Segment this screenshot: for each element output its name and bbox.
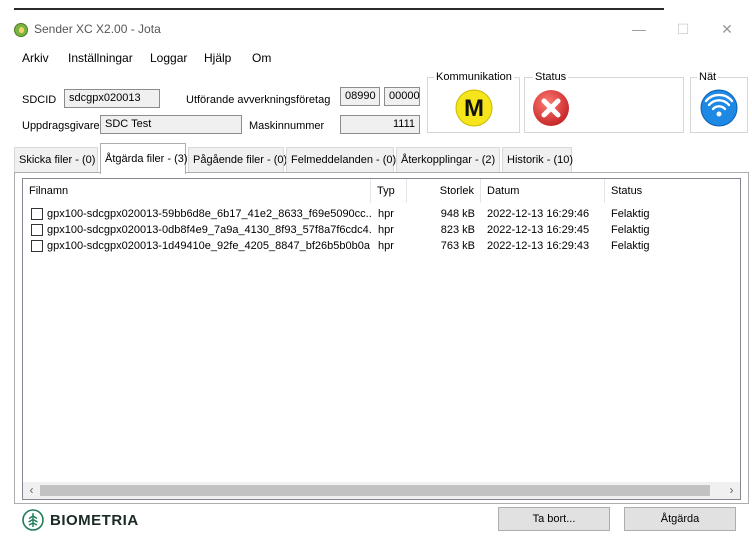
tab-pagaende-filer[interactable]: Pågående filer - (0) <box>188 147 287 173</box>
row-date: 2022-12-13 16:29:46 <box>487 208 590 220</box>
row-filename: gpx100-sdcgpx020013-1d49410e_92fe_4205_8… <box>47 240 371 252</box>
row-type: hpr <box>378 224 394 236</box>
table-row[interactable]: gpx100-sdcgpx020013-0db8f4e9_7a9a_4130_8… <box>23 224 740 238</box>
row-date: 2022-12-13 16:29:45 <box>487 224 590 236</box>
tab-skicka-filer[interactable]: Skicka filer - (0) <box>14 147 98 173</box>
kommunikation-group: Kommunikation M <box>427 71 520 133</box>
column-datum[interactable]: Datum <box>481 179 605 203</box>
row-size: 948 kB <box>440 208 475 220</box>
row-type: hpr <box>378 240 394 252</box>
row-checkbox[interactable] <box>31 208 43 220</box>
tab-aterkopplingar[interactable]: Återkopplingar - (2) <box>396 147 500 173</box>
window-title: Sender XC X2.00 - Jota <box>34 22 161 36</box>
utforande-label: Utförande avverkningsföretag <box>186 94 331 106</box>
utforande-field-2: 00000 <box>384 87 420 106</box>
ta-bort-button[interactable]: Ta bort... <box>498 507 610 531</box>
kommunikation-label: Kommunikation <box>434 71 514 83</box>
scroll-right-icon[interactable]: › <box>723 482 740 499</box>
row-checkbox[interactable] <box>31 224 43 236</box>
tab-historik[interactable]: Historik - (10) <box>502 147 573 173</box>
row-date: 2022-12-13 16:29:43 <box>487 240 590 252</box>
atgarda-button[interactable]: Åtgärda <box>624 507 736 531</box>
sdcid-field: sdcgpx020013 <box>64 89 160 108</box>
column-status[interactable]: Status <box>605 179 741 203</box>
tab-felmeddelanden[interactable]: Felmeddelanden - (0) <box>286 147 396 173</box>
maskinnummer-label: Maskinnummer <box>249 120 325 132</box>
horizontal-scrollbar[interactable]: ‹ › <box>23 482 740 499</box>
sdcid-label: SDCID <box>22 94 57 106</box>
row-checkbox[interactable] <box>31 240 43 252</box>
row-size: 763 kB <box>440 240 475 252</box>
close-button[interactable]: ✕ <box>712 16 742 42</box>
maskinnummer-field: 1111 <box>340 115 420 134</box>
column-filnamn[interactable]: Filnamn <box>23 179 371 203</box>
menu-arkiv[interactable]: Arkiv <box>22 51 49 65</box>
row-filename: gpx100-sdcgpx020013-59bb6d8e_6b17_41e2_8… <box>47 208 371 220</box>
status-label: Status <box>533 71 569 83</box>
row-type: hpr <box>378 208 394 220</box>
title-bar: Sender XC X2.00 - Jota — ☐ ✕ <box>0 10 752 48</box>
scroll-left-icon[interactable]: ‹ <box>23 482 40 499</box>
nat-group: Nät <box>690 71 748 133</box>
app-icon <box>14 23 28 37</box>
table-row[interactable]: gpx100-sdcgpx020013-1d49410e_92fe_4205_8… <box>23 240 740 254</box>
m-letter: M <box>464 95 484 122</box>
menu-om[interactable]: Om <box>252 51 271 65</box>
row-filename: gpx100-sdcgpx020013-0db8f4e9_7a9a_4130_8… <box>47 224 371 236</box>
minimize-button[interactable]: — <box>624 16 654 42</box>
screen-top-edge <box>0 0 752 10</box>
tab-atgarda-filer[interactable]: Åtgärda filer - (3) <box>100 143 188 174</box>
menu-hjalp[interactable]: Hjälp <box>204 51 231 65</box>
menu-loggar[interactable]: Loggar <box>150 51 187 65</box>
m-icon: M <box>455 89 493 127</box>
biometria-logo-text: BIOMETRIA <box>50 512 139 529</box>
nat-label: Nät <box>697 71 719 83</box>
column-typ[interactable]: Typ <box>371 179 407 203</box>
menu-bar: Arkiv Inställningar Loggar Hjälp Om <box>0 48 752 70</box>
column-storlek[interactable]: Storlek <box>407 179 481 203</box>
scrollbar-thumb[interactable] <box>40 485 710 496</box>
error-icon <box>533 90 569 126</box>
row-status: Felaktig <box>611 208 650 220</box>
maximize-button[interactable]: ☐ <box>668 16 698 42</box>
row-status: Felaktig <box>611 224 650 236</box>
utforande-field-1: 08990 <box>340 87 380 106</box>
wifi-icon <box>700 89 738 127</box>
row-status: Felaktig <box>611 240 650 252</box>
biometria-logo-icon <box>22 509 44 531</box>
uppdragsgivare-label: Uppdragsgivare <box>22 120 100 132</box>
table-row[interactable]: gpx100-sdcgpx020013-59bb6d8e_6b17_41e2_8… <box>23 208 740 222</box>
row-size: 823 kB <box>440 224 475 236</box>
status-group: Status <box>524 71 684 133</box>
file-list[interactable]: Filnamn Typ Storlek Datum Status gpx100-… <box>22 178 741 500</box>
menu-installningar[interactable]: Inställningar <box>68 51 133 65</box>
uppdragsgivare-field: SDC Test <box>100 115 242 134</box>
